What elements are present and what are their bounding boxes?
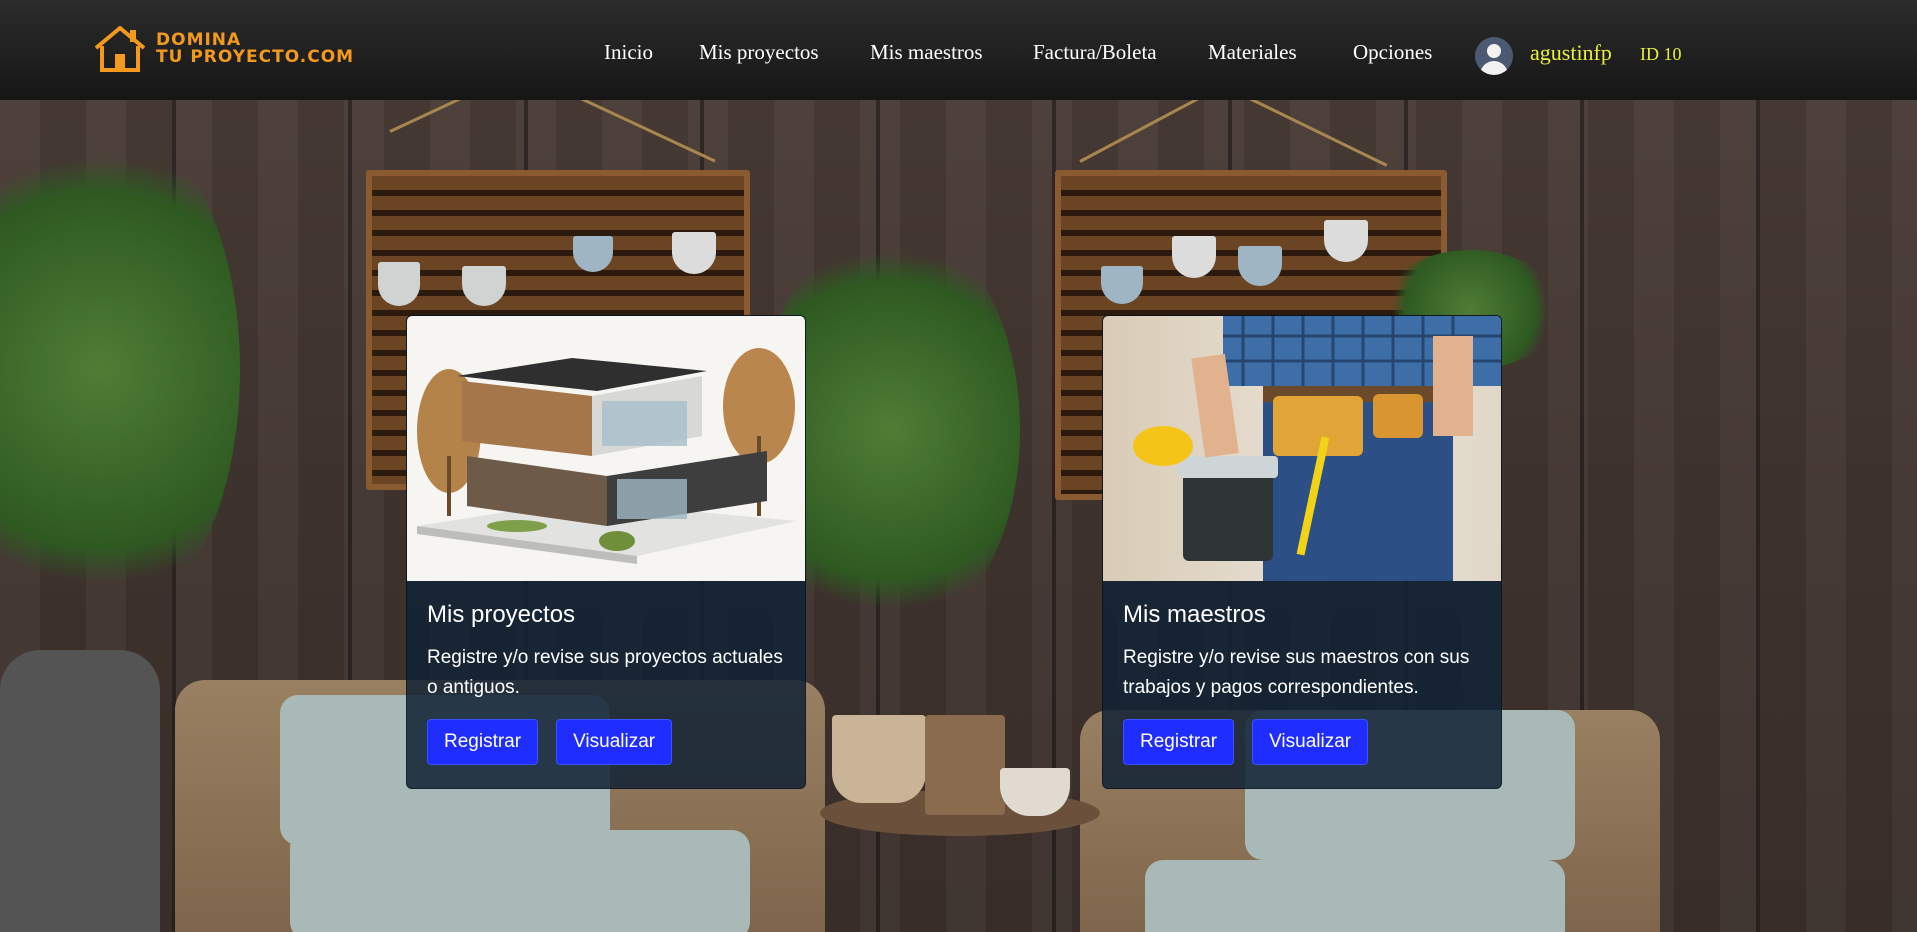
chair-cushion [1145, 860, 1565, 932]
visualizar-proyecto-button[interactable]: Visualizar [556, 719, 673, 765]
chair-cushion [290, 830, 750, 932]
card-mis-proyectos: Mis proyectos Registre y/o revise sus pr… [406, 315, 806, 789]
nav-link-mis-maestros[interactable]: Mis maestros [870, 40, 983, 65]
nav-menu: Inicio Mis proyectos Mis maestros Factur… [0, 0, 1917, 100]
nav-link-factura-boleta[interactable]: Factura/Boleta [1033, 40, 1157, 65]
floor-pot [925, 715, 1005, 815]
modern-house-image [407, 316, 805, 581]
username[interactable]: agustinfp [1530, 40, 1612, 66]
hanging-pot [1172, 236, 1216, 278]
hanging-pot [672, 232, 716, 274]
hanging-pot [378, 262, 420, 306]
user-avatar-icon[interactable] [1475, 37, 1513, 75]
top-navbar: DOMINA TU PROYECTO.COM Inicio Mis proyec… [0, 0, 1917, 100]
background-patio-image [0, 0, 1917, 932]
floor-pot [0, 650, 160, 932]
worker-toolbelt-image [1103, 316, 1501, 581]
nav-link-opciones[interactable]: Opciones [1353, 40, 1432, 65]
visualizar-maestro-button[interactable]: Visualizar [1252, 719, 1369, 765]
card-actions: Registrar Visualizar [427, 719, 785, 765]
card-title: Mis maestros [1123, 601, 1266, 628]
card-description: Registre y/o revise sus proyectos actual… [427, 647, 783, 698]
card-body: Mis proyectos Registre y/o revise sus pr… [407, 581, 805, 785]
card-description: Registre y/o revise sus maestros con sus… [1123, 647, 1470, 698]
card-mis-maestros: Mis maestros Registre y/o revise sus mae… [1102, 315, 1502, 789]
registrar-proyecto-button[interactable]: Registrar [427, 719, 539, 765]
user-id: ID 10 [1640, 44, 1682, 64]
card-title: Mis proyectos [427, 601, 576, 628]
card-body: Mis maestros Registre y/o revise sus mae… [1103, 581, 1501, 785]
card-actions: Registrar Visualizar [1123, 719, 1481, 765]
floor-pot [1000, 768, 1070, 816]
floor-pot [832, 715, 926, 803]
registrar-maestro-button[interactable]: Registrar [1123, 719, 1235, 765]
nav-link-inicio[interactable]: Inicio [604, 40, 653, 65]
nav-link-mis-proyectos[interactable]: Mis proyectos [699, 40, 819, 65]
nav-link-materiales[interactable]: Materiales [1208, 40, 1297, 65]
hanging-pot [1324, 220, 1368, 262]
